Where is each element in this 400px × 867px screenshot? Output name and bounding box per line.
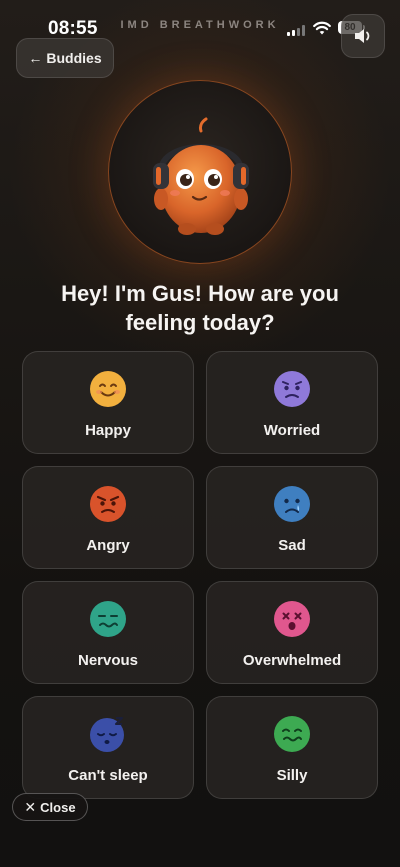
mood-label: Silly — [276, 767, 308, 784]
close-icon: ✕ — [24, 798, 37, 815]
arrow-left-icon: ← — [28, 50, 43, 66]
overwhelmed-face-icon — [274, 601, 310, 637]
worried-face-icon — [274, 371, 310, 407]
buddy-avatar — [108, 80, 292, 264]
wifi-icon — [313, 21, 331, 35]
mood-label: Sad — [278, 537, 306, 554]
signal-icon — [287, 24, 307, 36]
silly-face-icon — [274, 716, 310, 752]
sound-button[interactable] — [341, 14, 385, 58]
mood-label: Worried — [263, 422, 321, 439]
mood-card-angry[interactable]: Angry — [22, 466, 194, 569]
speaker-icon — [355, 29, 370, 43]
mood-card-happy[interactable]: Happy — [22, 351, 194, 454]
mood-card-nervous[interactable]: Nervous — [22, 581, 194, 684]
buddies-label: Buddies — [46, 50, 102, 66]
happy-face-icon — [90, 371, 126, 407]
close-label: Close — [40, 799, 76, 815]
sleepy-face-icon — [90, 717, 124, 752]
angry-face-icon — [90, 486, 126, 522]
mood-label: Happy — [85, 422, 131, 439]
buddy-greeting: Hey! I'm Gus! How are you feeling today? — [61, 281, 339, 335]
close-button[interactable]: ✕ Close — [12, 793, 88, 821]
sad-face-icon — [274, 486, 310, 522]
mood-label: Overwhelmed — [242, 652, 342, 669]
mood-card-sad[interactable]: Sad — [206, 466, 378, 569]
buddies-button[interactable]: ← Buddies — [16, 38, 114, 78]
mood-card-cant-sleep[interactable]: Can't sleep — [22, 696, 194, 799]
mood-label: Nervous — [77, 652, 139, 669]
mood-card-silly[interactable]: Silly — [206, 696, 378, 799]
mood-label: Can't sleep — [68, 767, 148, 784]
mood-card-worried[interactable]: Worried — [206, 351, 378, 454]
mood-label: Angry — [86, 537, 130, 554]
nervous-face-icon — [90, 601, 126, 637]
buddy-character-illustration — [153, 117, 249, 235]
mood-card-overwhelmed[interactable]: Overwhelmed — [206, 581, 378, 684]
